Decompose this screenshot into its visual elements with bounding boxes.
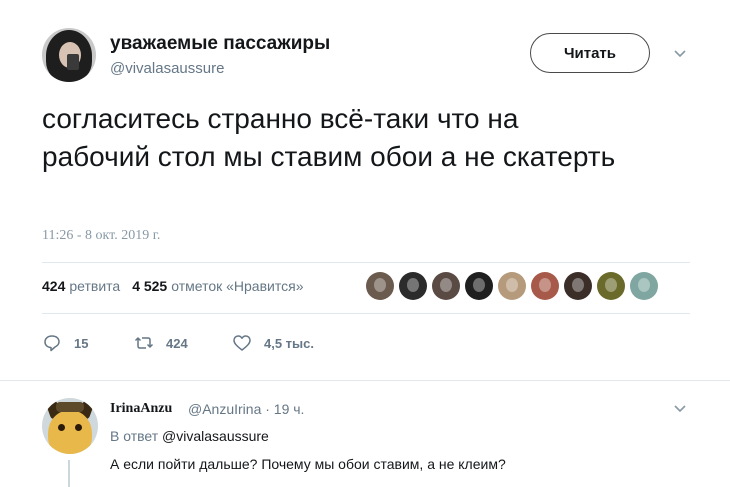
retweets-count[interactable]: 424 (42, 278, 65, 294)
reply-count: 15 (74, 335, 89, 351)
retweet-button[interactable]: 424 (134, 333, 232, 353)
like-count: 4,5 тыс. (264, 335, 314, 351)
liker-avatar[interactable] (465, 272, 493, 300)
divider (42, 262, 690, 263)
tweet-stats: 424 ретвита 4 525 отметок «Нравится» (42, 278, 315, 294)
liker-avatar[interactable] (432, 272, 460, 300)
chevron-down-icon[interactable] (673, 404, 687, 414)
divider (42, 313, 690, 314)
author-handle[interactable]: @vivalasaussure (110, 60, 224, 77)
liker-avatar[interactable] (630, 272, 658, 300)
retweet-icon (134, 337, 154, 349)
like-button[interactable]: 4,5 тыс. (232, 333, 314, 353)
liker-avatar[interactable] (366, 272, 394, 300)
divider (0, 380, 730, 381)
liker-avatar[interactable] (399, 272, 427, 300)
reply-to-line: В ответ @vivalasaussure (110, 428, 269, 444)
reply-to-mention[interactable]: @vivalasaussure (162, 428, 269, 444)
tweet-text: согласитесь странно всё-таки что на рабо… (42, 103, 616, 172)
likes-label[interactable]: отметок «Нравится» (171, 278, 303, 294)
follow-button[interactable]: Читать (530, 33, 650, 73)
tweet-timestamp[interactable]: 11:26 - 8 окт. 2019 г. (42, 228, 160, 244)
liker-avatar[interactable] (531, 272, 559, 300)
liker-avatar[interactable] (498, 272, 526, 300)
reply-author-handle[interactable]: @AnzuIrina · 19 ч. (188, 401, 304, 417)
reply-author-name[interactable]: IrinaAnzu (110, 401, 172, 417)
reply-icon (44, 335, 60, 352)
retweet-count: 424 (166, 335, 188, 351)
tweet-actions: 15 424 4,5 тыс. (42, 333, 314, 353)
reply-author-avatar[interactable] (42, 398, 98, 454)
reply-button[interactable]: 15 (42, 333, 134, 353)
author-avatar[interactable] (42, 28, 96, 82)
author-display-name[interactable]: уважаемые пассажиры (110, 33, 330, 55)
reply-text: А если пойти дальше? Почему мы обои став… (110, 456, 506, 472)
chevron-down-icon[interactable] (673, 49, 687, 59)
liker-avatar[interactable] (564, 272, 592, 300)
likes-count[interactable]: 4 525 (132, 278, 167, 294)
retweets-label[interactable]: ретвита (69, 278, 120, 294)
heart-icon (233, 335, 251, 351)
likers-avatars (366, 272, 658, 300)
reply-to-prefix: В ответ (110, 428, 159, 444)
thread-line (68, 460, 70, 487)
liker-avatar[interactable] (597, 272, 625, 300)
